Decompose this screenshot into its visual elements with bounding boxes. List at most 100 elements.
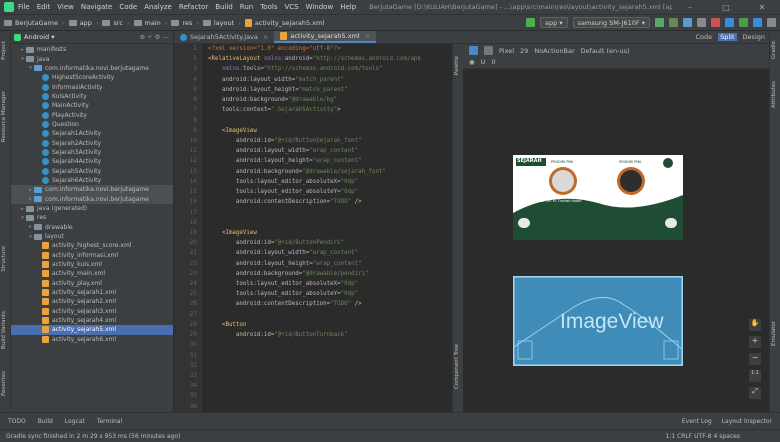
close-tab-icon[interactable]: × — [365, 32, 370, 40]
tree-item[interactable]: activity_sejarah1.xml — [11, 288, 173, 297]
project-view-select[interactable]: Android — [24, 33, 49, 41]
editor-tab[interactable]: Sejarah5Activity.java × — [174, 31, 274, 43]
hammer-icon[interactable] — [526, 18, 536, 27]
tree-item[interactable]: ▾ layout — [11, 232, 173, 241]
expand-arrow-icon[interactable]: ▸ — [27, 187, 34, 193]
close-icon[interactable]: ✕ — [744, 3, 780, 12]
menu-item-analyze[interactable]: Analyze — [144, 3, 172, 11]
editor-position-info[interactable]: 1:1 CRLF UTF-8 4 spaces — [666, 433, 740, 440]
menu-item-edit[interactable]: Edit — [37, 3, 51, 11]
apply-changes-icon[interactable] — [669, 18, 678, 27]
expand-arrow-icon[interactable]: ▾ — [27, 65, 34, 71]
event-log-tab[interactable]: Event Log — [682, 418, 712, 425]
design-surface-icon[interactable] — [469, 46, 478, 55]
design-mode-button[interactable]: Design — [743, 33, 765, 41]
tree-item[interactable]: ▾ com.informatika.novi.berjutagame — [11, 64, 173, 73]
breadcrumb-item[interactable]: main › — [133, 19, 167, 27]
breadcrumb-item[interactable]: src › — [102, 19, 130, 27]
logcat-tab[interactable]: Logcat — [65, 418, 85, 425]
profile-icon[interactable] — [697, 18, 706, 27]
layout-inspector-tab[interactable]: Layout Inspector — [722, 418, 772, 425]
tree-item[interactable]: activity_main.xml — [11, 269, 173, 278]
avd-manager-icon[interactable] — [739, 18, 748, 27]
code-mode-button[interactable]: Code — [695, 33, 712, 41]
breadcrumb-item[interactable]: app › — [68, 19, 98, 27]
menu-item-code[interactable]: Code — [119, 3, 137, 11]
split-mode-button[interactable]: Split — [718, 33, 737, 41]
debug-icon[interactable] — [683, 18, 692, 27]
expand-arrow-icon[interactable]: ▸ — [19, 206, 26, 212]
layout-preview[interactable]: SEJARAH PENDIRI PMII PENDIRI PMII Prof. … — [513, 155, 683, 240]
menu-item-build[interactable]: Build — [215, 3, 233, 11]
structure-tool-tab[interactable]: Structure — [1, 246, 10, 272]
tree-item[interactable]: activity_sejarah3.xml — [11, 307, 173, 316]
menu-item-help[interactable]: Help — [340, 3, 356, 11]
expand-arrow-icon[interactable]: ▸ — [27, 224, 34, 230]
close-tab-icon[interactable]: × — [263, 33, 268, 41]
breadcrumb-item[interactable]: res › — [171, 19, 199, 27]
menu-item-tools[interactable]: Tools — [260, 3, 277, 11]
attributes-tool-tab[interactable]: Attributes — [771, 81, 780, 108]
breadcrumb-item[interactable]: BerjutaGame › — [4, 19, 65, 27]
tree-item[interactable]: Sejarah2Activity — [11, 138, 173, 147]
tree-item[interactable]: Sejarah5Activity — [11, 166, 173, 175]
expand-arrow-icon[interactable]: ▸ — [19, 47, 26, 53]
tree-item[interactable]: KuisActivity — [11, 92, 173, 101]
palette-tab[interactable]: Palette — [454, 56, 463, 75]
gradle-tool-tab[interactable]: Gradle — [771, 41, 780, 59]
tree-item[interactable]: activity_sejarah4.xml — [11, 316, 173, 325]
tree-item[interactable]: ▸ drawable — [11, 223, 173, 232]
tree-item[interactable]: MainActivity — [11, 101, 173, 110]
design-canvas[interactable]: SEJARAH PENDIRI PMII PENDIRI PMII Prof. … — [463, 69, 769, 412]
orientation-icon[interactable] — [484, 46, 493, 55]
tree-item[interactable]: activity_kuis.xml — [11, 260, 173, 269]
todo-tab[interactable]: TODO — [8, 418, 26, 425]
device-select[interactable]: samsung SM-J610F ▾ — [572, 17, 650, 28]
tree-item[interactable]: ▸ manifests — [11, 45, 173, 54]
favorites-tool-tab[interactable]: Favorites — [1, 371, 10, 396]
menu-item-refactor[interactable]: Refactor — [179, 3, 208, 11]
code-editor[interactable]: <?xml version="1.0" encoding="utf-8"?> <R… — [202, 44, 452, 412]
zoom-fit-icon[interactable]: ⤢ — [749, 387, 761, 399]
editor-tab[interactable]: activity_sejarah5.xml × — [274, 31, 377, 43]
resource-manager-tool-tab[interactable]: Resource Manager — [1, 91, 10, 142]
menu-item-window[interactable]: Window — [306, 3, 334, 11]
emulator-tool-tab[interactable]: Emulator — [771, 321, 780, 346]
tree-item[interactable]: activity_sejarah5.xml — [11, 325, 173, 335]
zoom-1to1-icon[interactable]: 1:1 — [749, 370, 761, 382]
expand-arrow-icon[interactable]: ▾ — [19, 215, 26, 221]
menu-item-file[interactable]: File — [18, 3, 30, 11]
tree-item[interactable]: activity_sejarah6.xml — [11, 335, 173, 344]
zoom-out-icon[interactable]: − — [749, 353, 761, 365]
device-preview-select[interactable]: Pixel — [499, 47, 514, 55]
expand-arrow-icon[interactable]: ▸ — [27, 196, 34, 202]
tree-item[interactable]: ▸ com.informatika.novi.berjutagame — [11, 194, 173, 204]
maximize-icon[interactable]: □ — [708, 3, 744, 12]
api-level-select[interactable]: 29 — [520, 47, 528, 55]
expand-arrow-icon[interactable]: ▾ — [19, 56, 26, 62]
breadcrumb-item[interactable]: layout › — [202, 19, 241, 27]
sdk-manager-icon[interactable] — [753, 18, 762, 27]
breadcrumb-item[interactable]: activity_sejarah5.xml — [244, 18, 324, 27]
locale-select[interactable]: Default (en-us) — [581, 47, 630, 55]
tree-item[interactable]: activity_informasi.xml — [11, 251, 173, 260]
tree-item[interactable]: Sejarah3Activity — [11, 148, 173, 157]
tree-item[interactable]: activity_sejarah2.xml — [11, 297, 173, 306]
build-variants-tool-tab[interactable]: Build Variants — [1, 311, 10, 349]
terminal-tab[interactable]: Terminal — [97, 418, 122, 425]
tree-item[interactable]: Question — [11, 120, 173, 129]
tree-item[interactable]: Sejarah1Activity — [11, 129, 173, 138]
tree-item[interactable]: activity_play.xml — [11, 279, 173, 288]
blueprint-preview[interactable]: ImageView — [513, 276, 683, 366]
build-tab[interactable]: Build — [38, 418, 53, 425]
tree-item[interactable]: ▸ java (generated) — [11, 204, 173, 213]
project-tool-tab[interactable]: Project — [1, 41, 10, 60]
expand-arrow-icon[interactable]: ▾ — [27, 234, 34, 240]
component-tree-tab[interactable]: Component Tree — [454, 344, 463, 389]
tree-item[interactable]: ▸ com.informatika.novi.berjutagame — [11, 185, 173, 195]
pan-icon[interactable]: ✋ — [749, 319, 761, 331]
magnet-icon[interactable]: U — [481, 58, 486, 66]
module-select[interactable]: app ▾ — [540, 17, 568, 28]
theme-select[interactable]: NoActionBar — [534, 47, 574, 55]
menu-item-navigate[interactable]: Navigate — [81, 3, 112, 11]
